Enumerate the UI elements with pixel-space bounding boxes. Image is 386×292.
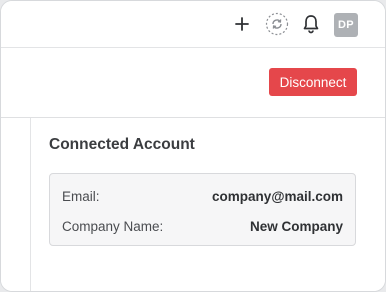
section-title: Connected Account: [49, 136, 195, 153]
bell-icon[interactable]: [298, 11, 324, 37]
plus-icon[interactable]: [229, 11, 255, 37]
app-window: DP Disconnect Connected Account Email: c…: [0, 0, 386, 292]
disconnect-button[interactable]: Disconnect: [269, 68, 357, 96]
email-row: Email: company@mail.com: [62, 187, 343, 205]
content-panel: Connected Account Email: company@mail.co…: [1, 118, 385, 291]
email-value: company@mail.com: [212, 188, 343, 204]
action-bar: Disconnect: [1, 48, 385, 118]
email-label: Email:: [62, 188, 100, 204]
account-info-card: Email: company@mail.com Company Name: Ne…: [49, 173, 356, 246]
company-name-label: Company Name:: [62, 218, 164, 234]
company-name-row: Company Name: New Company: [62, 217, 343, 235]
sync-icon[interactable]: [264, 11, 290, 37]
top-toolbar: DP: [1, 1, 385, 48]
company-name-value: New Company: [249, 218, 343, 234]
divider: [30, 118, 31, 291]
avatar[interactable]: DP: [334, 13, 358, 37]
